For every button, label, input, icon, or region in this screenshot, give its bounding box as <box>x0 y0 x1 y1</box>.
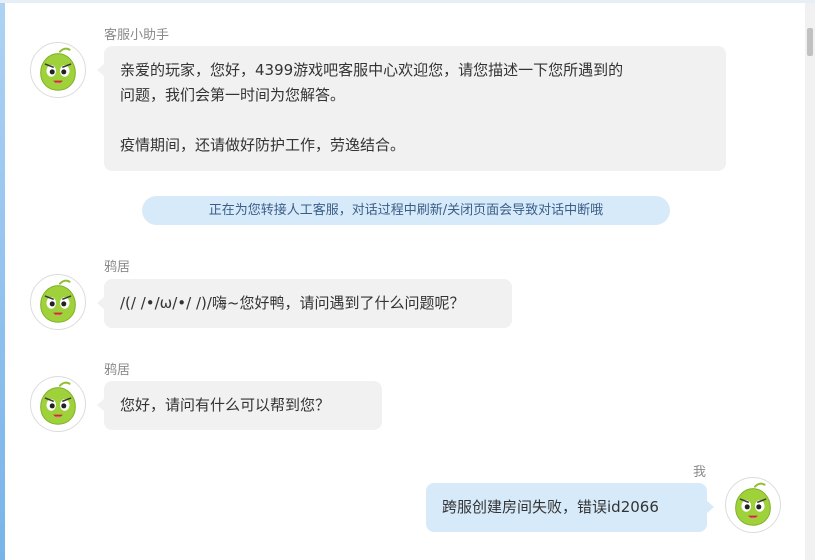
message-bubble: 亲爱的玩家，您好，4399游戏吧客服中心欢迎您，请您描述一下您所遇到的 问题，我… <box>97 46 726 171</box>
sender-name: 鸦居 <box>104 363 131 378</box>
user-avatar[interactable] <box>725 477 781 533</box>
transfer-notice: 正在为您转接人工客服，对话过程中刷新/关闭页面会导致对话中断哦 <box>142 196 670 225</box>
message-text: 跨服创建房间失败，错误id2066 <box>442 498 659 516</box>
message-text-line: 疫情期间，还请做好防护工作，劳逸结合。 <box>120 136 406 154</box>
message-bubble: 跨服创建房间失败，错误id2066 <box>426 483 714 532</box>
green-blob-mascot-icon <box>726 478 780 532</box>
scrollbar-thumb[interactable] <box>807 28 813 56</box>
green-blob-mascot-icon <box>31 377 85 431</box>
green-blob-mascot-icon <box>31 275 85 329</box>
chat-message-list[interactable]: 客服小助手 亲爱的玩家，您好，4399游戏吧客服中心欢迎您，请您描述一下您所遇到… <box>5 3 805 560</box>
agent-avatar[interactable] <box>30 274 86 330</box>
message-text-line: 亲爱的玩家，您好，4399游戏吧客服中心欢迎您，请您描述一下您所遇到的 <box>120 61 624 79</box>
message-bubble: /(/ /•/ω/•/ /)/嗨~您好鸭，请问遇到了什么问题呢？ <box>97 279 512 328</box>
green-blob-mascot-icon <box>31 43 85 97</box>
message-text-line: 问题，我们会第一时间为您解答。 <box>120 86 346 104</box>
sender-name: 我 <box>693 465 707 480</box>
message-text: /(/ /•/ω/•/ /)/嗨~您好鸭，请问遇到了什么问题呢？ <box>120 294 465 312</box>
vertical-scrollbar[interactable] <box>805 3 815 560</box>
message-text: 您好，请问有什么可以帮到您？ <box>120 396 331 414</box>
message-bubble: 您好，请问有什么可以帮到您？ <box>97 381 382 430</box>
sender-name: 鸦居 <box>104 260 131 275</box>
agent-avatar[interactable] <box>30 376 86 432</box>
agent-avatar[interactable] <box>30 42 86 98</box>
sender-name: 客服小助手 <box>104 28 170 43</box>
